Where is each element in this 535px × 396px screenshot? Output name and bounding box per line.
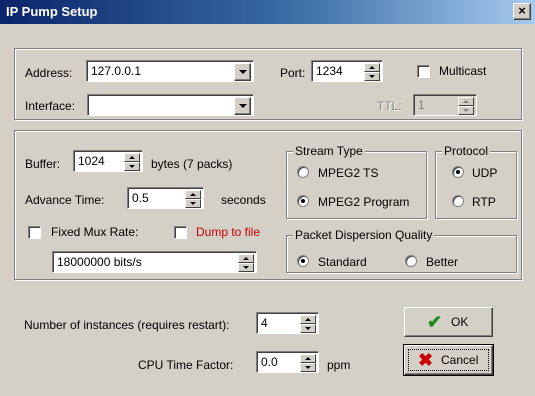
stream-type-ts-radio[interactable] bbox=[297, 166, 309, 178]
address-dropdown-button[interactable] bbox=[234, 63, 251, 81]
ok-button[interactable]: ✔ OK bbox=[404, 307, 493, 337]
buffer-spinbox[interactable]: 1024 bbox=[73, 150, 143, 172]
spin-up-icon[interactable] bbox=[185, 190, 201, 199]
chevron-down-icon bbox=[239, 104, 247, 108]
close-button[interactable]: × bbox=[513, 3, 531, 20]
advance-time-spinbox[interactable]: 0.5 bbox=[127, 187, 204, 209]
spin-up-icon[interactable] bbox=[300, 354, 316, 363]
instances-spinbox[interactable]: 4 bbox=[256, 312, 319, 334]
spin-down-icon[interactable] bbox=[124, 162, 140, 171]
stream-type-legend: Stream Type bbox=[293, 144, 365, 158]
instances-spinner[interactable] bbox=[300, 315, 316, 333]
cancel-button-label: Cancel bbox=[441, 353, 479, 367]
spin-up-icon[interactable] bbox=[238, 254, 254, 263]
instances-value: 4 bbox=[261, 316, 268, 330]
ttl-label: TTL: bbox=[377, 99, 402, 113]
interface-label: Interface: bbox=[25, 99, 76, 113]
spin-up-icon[interactable] bbox=[458, 97, 474, 106]
mux-rate-spinbox[interactable]: 18000000 bits/s bbox=[52, 251, 257, 273]
chevron-down-icon bbox=[239, 70, 247, 74]
mux-rate-spinner[interactable] bbox=[238, 254, 254, 272]
interface-combobox[interactable] bbox=[87, 94, 254, 116]
buffer-label: Buffer: bbox=[25, 157, 61, 171]
window-title: IP Pump Setup bbox=[6, 4, 98, 19]
spin-up-icon[interactable] bbox=[364, 63, 380, 72]
address-combobox[interactable]: 127.0.0.1 bbox=[86, 60, 254, 82]
cpu-time-factor-label: CPU Time Factor: bbox=[138, 358, 234, 372]
port-spinner[interactable] bbox=[364, 63, 380, 81]
multicast-label: Multicast bbox=[439, 64, 487, 78]
ok-button-label: OK bbox=[451, 315, 469, 329]
spin-up-icon[interactable] bbox=[300, 315, 316, 324]
dispersion-better-label: Better bbox=[426, 255, 459, 269]
port-spinbox[interactable]: 1234 bbox=[311, 60, 383, 82]
spin-down-icon[interactable] bbox=[458, 106, 474, 115]
advance-time-label: Advance Time: bbox=[25, 193, 105, 207]
dispersion-standard-radio[interactable] bbox=[297, 255, 309, 267]
protocol-rtp-label: RTP bbox=[472, 195, 496, 209]
address-label: Address: bbox=[25, 66, 73, 80]
spin-down-icon[interactable] bbox=[300, 324, 316, 333]
title-bar[interactable]: IP Pump Setup × bbox=[0, 0, 535, 24]
spin-down-icon[interactable] bbox=[300, 363, 316, 372]
stream-type-program-radio[interactable] bbox=[297, 195, 309, 207]
dispersion-legend: Packet Dispersion Quality bbox=[293, 228, 435, 242]
dispersion-standard-label: Standard bbox=[318, 255, 367, 269]
advance-time-value: 0.5 bbox=[132, 191, 149, 205]
fixed-mux-rate-label: Fixed Mux Rate: bbox=[51, 225, 139, 239]
multicast-checkbox[interactable] bbox=[417, 65, 430, 78]
spin-down-icon[interactable] bbox=[185, 199, 201, 208]
ttl-spinbox[interactable]: 1 bbox=[413, 94, 477, 116]
x-icon: ✖ bbox=[418, 350, 434, 370]
spin-down-icon[interactable] bbox=[364, 72, 380, 81]
protocol-legend: Protocol bbox=[442, 144, 491, 158]
stream-type-program-label: MPEG2 Program bbox=[318, 195, 410, 209]
dump-to-file-checkbox[interactable] bbox=[174, 226, 187, 239]
protocol-udp-label: UDP bbox=[472, 166, 498, 180]
mux-rate-value: 18000000 bits/s bbox=[57, 255, 142, 269]
stream-type-ts-label: MPEG2 TS bbox=[318, 166, 379, 180]
interface-dropdown-button[interactable] bbox=[234, 97, 251, 115]
cpu-time-factor-spinner[interactable] bbox=[300, 354, 316, 372]
cpu-time-factor-unit: ppm bbox=[327, 358, 351, 372]
fixed-mux-rate-checkbox[interactable] bbox=[28, 226, 41, 239]
protocol-rtp-radio[interactable] bbox=[452, 195, 464, 207]
cpu-time-factor-spinbox[interactable]: 0.0 bbox=[256, 351, 319, 373]
dump-to-file-label: Dump to file bbox=[196, 225, 261, 239]
buffer-value: 1024 bbox=[78, 154, 105, 168]
port-label: Port: bbox=[280, 66, 306, 80]
buffer-spinner[interactable] bbox=[124, 153, 140, 171]
cancel-button[interactable]: ✖ Cancel bbox=[403, 344, 494, 376]
checkmark-icon: ✔ bbox=[427, 312, 443, 332]
close-icon: × bbox=[518, 3, 526, 18]
ttl-value: 1 bbox=[418, 98, 425, 112]
address-value: 127.0.0.1 bbox=[91, 64, 142, 78]
ttl-spinner[interactable] bbox=[458, 97, 474, 115]
cpu-time-factor-value: 0.0 bbox=[261, 355, 278, 369]
spin-down-icon[interactable] bbox=[238, 263, 254, 272]
spin-up-icon[interactable] bbox=[124, 153, 140, 162]
port-value: 1234 bbox=[316, 64, 343, 78]
buffer-unit: bytes (7 packs) bbox=[151, 157, 233, 171]
advance-time-spinner[interactable] bbox=[185, 190, 201, 208]
dispersion-better-radio[interactable] bbox=[405, 255, 417, 267]
advance-time-unit: seconds bbox=[221, 193, 266, 207]
protocol-udp-radio[interactable] bbox=[452, 166, 464, 178]
instances-label: Number of instances (requires restart): bbox=[24, 318, 230, 332]
